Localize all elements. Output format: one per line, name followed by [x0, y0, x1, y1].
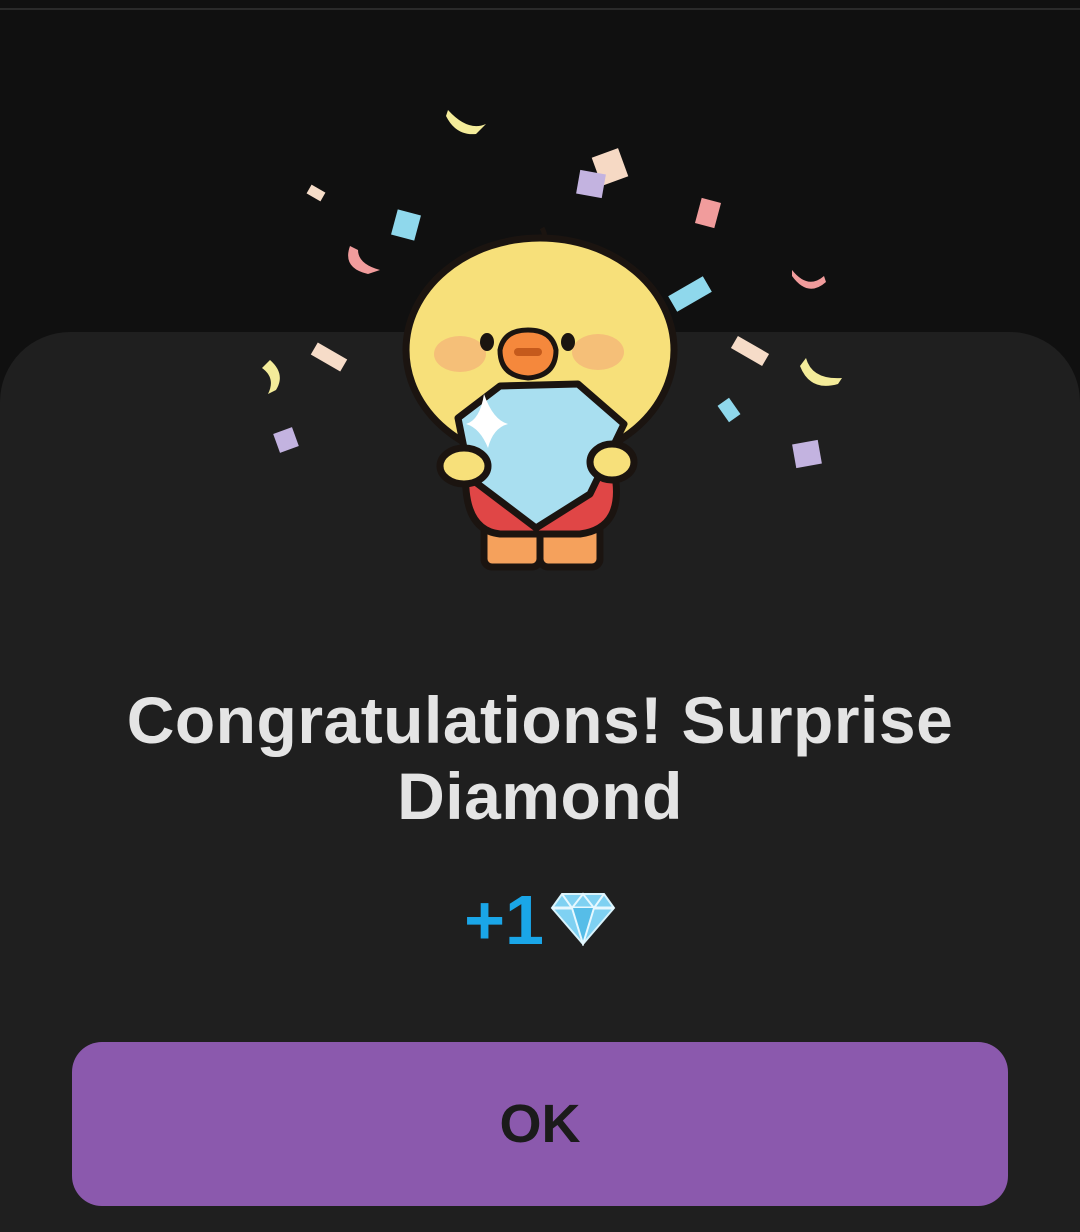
top-divider [0, 8, 1080, 10]
duck-with-diamond-illustration [262, 110, 842, 571]
ok-button[interactable]: OK [72, 1042, 1008, 1206]
reward-amount: +1 [464, 881, 544, 959]
dialog-title: Congratulations! Surprise Diamond [126, 683, 954, 833]
ok-button-label: OK [499, 1094, 581, 1154]
reward-row: +1 [0, 880, 1080, 960]
diamond-icon [550, 892, 616, 946]
